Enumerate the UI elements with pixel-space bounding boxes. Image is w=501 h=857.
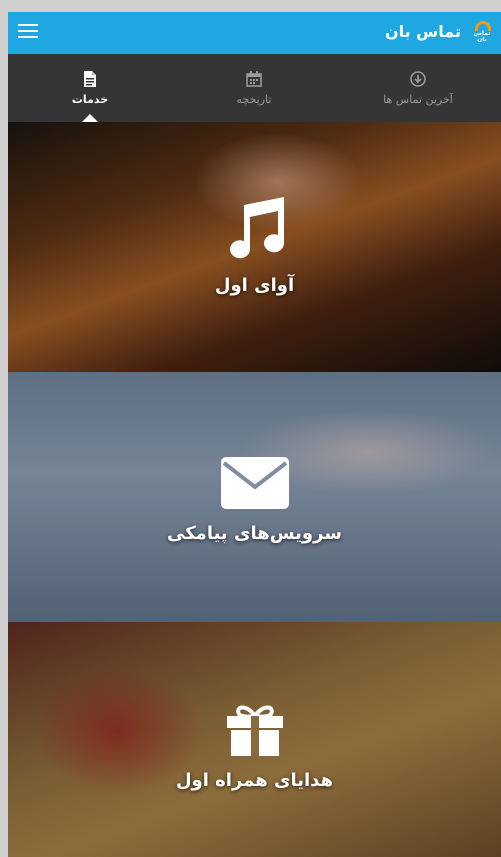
gift-icon: [225, 702, 285, 756]
active-tab-indicator: [82, 114, 98, 122]
tab-label: تاریخچه: [236, 92, 272, 106]
music-note-icon: [222, 197, 288, 261]
tab-label: آخرین تماس ها: [383, 92, 453, 106]
app-frame: تماس بان تماس بان خدمات تاریخچه آخرین تم…: [8, 12, 501, 857]
app-bar: تماس بان تماس بان: [8, 12, 501, 54]
document-icon: [83, 70, 97, 87]
card-title: هدایای همراه اول: [175, 770, 334, 791]
card-title: سرویس‌های پیامکی: [167, 523, 342, 544]
download-circle-icon: [410, 70, 426, 87]
card-sms-services[interactable]: سرویس‌های پیامکی: [8, 372, 501, 622]
tab-services[interactable]: خدمات: [8, 54, 172, 122]
app-title: تماس بان: [384, 22, 461, 41]
tab-label: خدمات: [71, 92, 109, 106]
tab-history[interactable]: تاریخچه: [172, 54, 336, 122]
card-avaye-aval[interactable]: آوای اول: [8, 122, 501, 372]
card-title: آوای اول: [214, 275, 295, 296]
hamburger-menu-icon[interactable]: [18, 24, 38, 40]
app-logo: تماس بان: [469, 20, 495, 46]
tab-bar: خدمات تاریخچه آخرین تماس ها: [8, 54, 501, 122]
envelope-icon: [220, 457, 289, 509]
tab-last-calls[interactable]: آخرین تماس ها: [336, 54, 500, 122]
card-gifts[interactable]: هدایای همراه اول: [8, 622, 501, 857]
calendar-icon: [246, 70, 262, 87]
